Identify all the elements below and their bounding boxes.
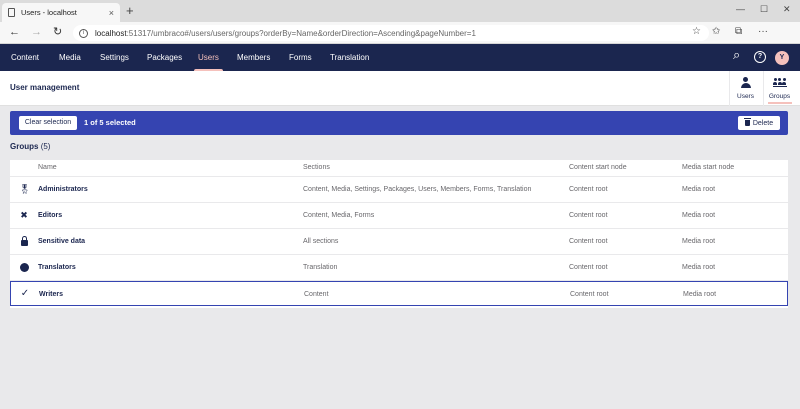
section-content[interactable]: Content (11, 44, 39, 71)
selection-bar: Clear selection 1 of 5 selected Delete (10, 111, 788, 135)
section-settings[interactable]: Settings (100, 44, 129, 71)
tab-title: Users - localhost (21, 8, 77, 17)
group-media-start: Media root (682, 264, 716, 271)
group-sections: All sections (303, 238, 339, 245)
url-field[interactable]: i localhost:51317/umbraco#/users/users/g… (73, 25, 709, 41)
group-name[interactable]: Administrators (38, 186, 88, 193)
group-sections: Content (304, 291, 329, 298)
group-content-start: Content root (569, 238, 608, 245)
globe-icon (20, 263, 29, 272)
search-icon[interactable]: ⌕ (733, 48, 740, 61)
collections-icon[interactable]: ⧉ (735, 26, 742, 38)
lock-icon (21, 236, 28, 246)
checkmark-icon[interactable]: ✓ (20, 289, 30, 299)
tab-close-icon[interactable]: × (109, 8, 114, 18)
forward-icon[interactable]: → (31, 26, 42, 38)
group-media-start: Media root (682, 186, 716, 193)
delete-label: Delete (752, 119, 774, 127)
section-users[interactable]: Users (194, 44, 223, 71)
tools-icon: ✖ (20, 210, 28, 220)
new-tab-button[interactable]: + (126, 4, 134, 17)
section-media[interactable]: Media (59, 44, 81, 71)
editor-header: User management Users Groups (0, 71, 800, 106)
group-sections: Translation (303, 264, 338, 271)
browser-tab[interactable]: Users - localhost × (2, 3, 120, 22)
column-media-start: Media start node (682, 164, 735, 171)
group-content-start: Content root (570, 291, 609, 298)
address-bar: ← → ↻ i localhost:51317/umbraco#/users/u… (0, 22, 800, 44)
selection-count: 1 of 5 selected (84, 118, 136, 127)
avatar[interactable]: Y (775, 51, 789, 65)
medal-icon: 🎖 (19, 184, 31, 194)
url-path: :51317/umbraco#/users/users/groups?order… (126, 28, 476, 38)
group-content-start: Content root (569, 212, 608, 219)
help-icon[interactable]: ? (754, 51, 766, 63)
page-icon (8, 8, 15, 17)
group-content-start: Content root (569, 264, 608, 271)
app-groups-label: Groups (764, 93, 795, 104)
group-content-start: Content root (569, 186, 608, 193)
groups-table: Name Sections Content start node Media s… (10, 160, 788, 308)
groups-count: (5) (40, 142, 51, 151)
section-translation[interactable]: Translation (330, 44, 369, 71)
table-header: Name Sections Content start node Media s… (10, 160, 788, 177)
close-window-icon[interactable]: ✕ (783, 4, 791, 15)
favorite-star-icon[interactable]: ☆ (692, 26, 701, 37)
app-users[interactable]: Users (729, 71, 761, 106)
url-host: localhost (95, 28, 127, 38)
app-header: Content Media Settings Packages Users Me… (0, 44, 800, 71)
section-members[interactable]: Members (237, 44, 270, 71)
group-media-start: Media root (682, 238, 716, 245)
group-name[interactable]: Writers (39, 291, 63, 298)
clear-selection-button[interactable]: Clear selection (19, 116, 77, 130)
group-sections: Content, Media, Settings, Packages, User… (303, 186, 532, 193)
section-packages[interactable]: Packages (147, 44, 182, 71)
info-icon[interactable]: i (79, 28, 88, 38)
page-title: User management (10, 83, 80, 92)
group-sections: Content, Media, Forms (303, 212, 375, 219)
delete-button[interactable]: Delete (738, 116, 780, 130)
table-row[interactable]: 🎖 Administrators Content, Media, Setting… (10, 177, 788, 203)
more-icon[interactable]: ··· (758, 26, 768, 38)
trash-icon (743, 118, 751, 126)
column-content-start: Content start node (569, 164, 627, 171)
minimize-icon[interactable]: — (736, 4, 745, 14)
group-name[interactable]: Translators (38, 264, 76, 271)
groups-heading: Groups (5) (10, 142, 50, 151)
table-row-selected[interactable]: ✓ Writers Content Content root Media roo… (10, 281, 788, 306)
browser-tab-strip: Users - localhost × + — ☐ ✕ (0, 0, 800, 22)
group-media-start: Media root (682, 212, 716, 219)
reload-icon[interactable]: ↻ (53, 26, 62, 38)
app-users-label: Users (737, 93, 754, 100)
groups-heading-label: Groups (10, 142, 39, 151)
table-row[interactable]: ✖ Editors Content, Media, Forms Content … (10, 203, 788, 229)
group-name[interactable]: Sensitive data (38, 238, 85, 245)
column-name[interactable]: Name (38, 164, 57, 171)
app-groups[interactable]: Groups (763, 71, 795, 106)
section-forms[interactable]: Forms (289, 44, 312, 71)
column-sections: Sections (303, 164, 330, 171)
group-name[interactable]: Editors (38, 212, 62, 219)
user-icon (740, 77, 751, 89)
maximize-icon[interactable]: ☐ (760, 4, 768, 15)
back-icon[interactable]: ← (9, 26, 20, 38)
favorites-icon[interactable]: ✩ (712, 26, 720, 38)
users-icon (772, 77, 787, 89)
table-row[interactable]: Translators Translation Content root Med… (10, 255, 788, 281)
table-row[interactable]: Sensitive data All sections Content root… (10, 229, 788, 255)
group-media-start: Media root (683, 291, 717, 298)
